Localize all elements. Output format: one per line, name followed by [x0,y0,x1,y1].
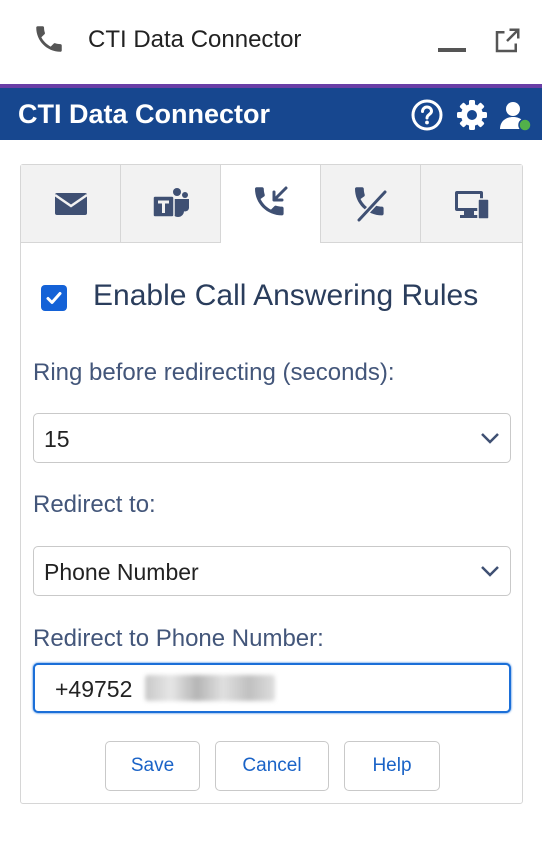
tab-teams[interactable] [121,165,221,243]
teams-icon [151,187,189,218]
tab-email[interactable] [21,165,121,243]
window-titlebar: CTI Data Connector [0,0,542,84]
help-icon[interactable] [410,98,444,132]
desktop-icon [454,190,490,220]
tab-bar [21,165,522,243]
enable-rules-row: Enable Call Answering Rules [33,277,511,317]
app-header: CTI Data Connector [0,88,542,140]
chevron-down-icon [481,433,499,444]
popout-icon[interactable] [492,26,522,56]
help-button[interactable]: Help [344,741,440,791]
gear-icon[interactable] [455,98,489,132]
cancel-button[interactable]: Cancel [215,741,329,791]
incoming-call-icon [254,186,287,216]
redirect-phone-label: Redirect to Phone Number: [33,625,324,652]
redacted-digits [145,675,275,701]
enable-rules-checkbox[interactable] [41,285,67,311]
phone-icon [36,26,62,52]
app-title: CTI Data Connector [18,99,271,129]
window-title: CTI Data Connector [88,26,302,53]
save-button[interactable]: Save [105,741,200,791]
settings-panel: Enable Call Answering Rules Ring before … [20,164,523,804]
tab-desktop[interactable] [421,165,522,243]
redirect-to-select[interactable]: Phone Number [33,546,511,596]
enable-rules-label: Enable Call Answering Rules [93,279,479,312]
redirect-to-label: Redirect to: [33,491,156,518]
tab-missed-calls[interactable] [321,165,421,243]
tab-call-answering[interactable] [221,165,321,243]
checkmark-icon [46,292,62,304]
minimize-icon[interactable] [438,48,466,52]
redirect-phone-value: +49752 [55,676,133,702]
chevron-down-icon [481,566,499,577]
ring-seconds-select[interactable]: 15 [33,413,511,463]
ring-seconds-label: Ring before redirecting (seconds): [33,359,395,386]
redirect-phone-input[interactable]: +49752 [33,663,511,713]
user-status-icon[interactable] [498,98,532,132]
ring-seconds-value: 15 [44,426,70,452]
envelope-icon [53,192,88,215]
missed-call-icon [354,186,387,222]
redirect-to-value: Phone Number [44,559,199,585]
